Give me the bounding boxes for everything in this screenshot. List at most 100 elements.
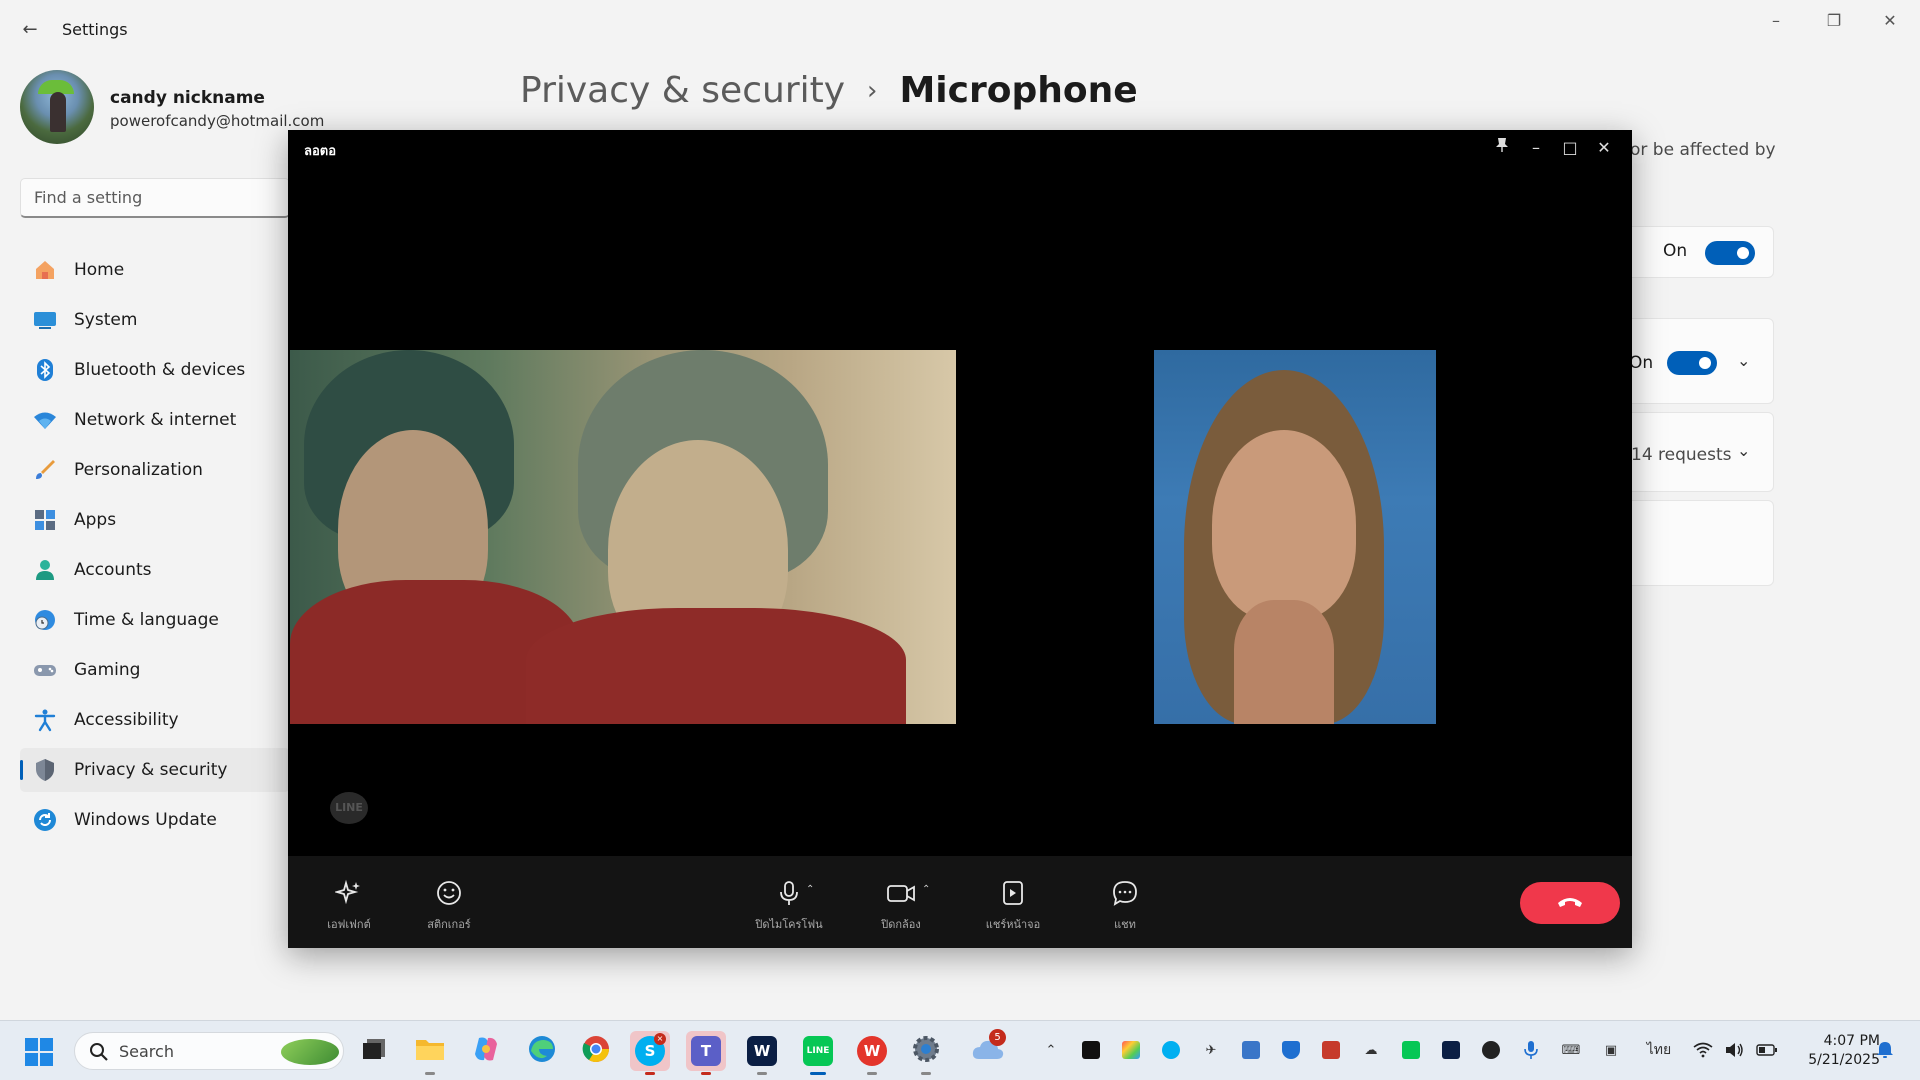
touch-keyboard-icon[interactable]: ▣	[1600, 1039, 1622, 1061]
app-tray-dark-icon[interactable]	[1480, 1039, 1502, 1061]
plane-icon[interactable]: ✈	[1200, 1039, 1222, 1061]
chevron-up-icon[interactable]: ⌃	[806, 884, 814, 895]
copilot-app[interactable]	[466, 1031, 506, 1071]
breadcrumb-parent[interactable]: Privacy & security	[520, 70, 845, 111]
chat-label: แชท	[1114, 918, 1136, 931]
sidebar-item-network[interactable]: Network & internet	[20, 398, 290, 442]
input-language[interactable]: ไทย	[1642, 1039, 1676, 1061]
task-view-app[interactable]	[354, 1031, 394, 1071]
edge-icon	[527, 1034, 557, 1068]
system-icon	[32, 307, 58, 333]
microphone-in-use-icon[interactable]	[1520, 1039, 1542, 1061]
related-settings-card	[1620, 500, 1774, 586]
find-setting-search[interactable]	[20, 178, 290, 218]
avatar[interactable]	[20, 70, 94, 144]
close-button[interactable]: ✕	[1870, 6, 1910, 36]
line-logo: LINE	[330, 792, 368, 824]
wps-office-app[interactable]: W	[852, 1031, 892, 1075]
pin-icon[interactable]	[1486, 134, 1518, 162]
edge-app[interactable]	[522, 1031, 562, 1071]
taskbar-search[interactable]: Search	[74, 1032, 344, 1070]
camera-off-button[interactable]: ⌃ ปิดกล้อง	[856, 878, 946, 933]
chevron-down-icon[interactable]: ⌄	[1737, 351, 1750, 370]
end-call-button[interactable]	[1520, 882, 1620, 924]
search-icon	[89, 1042, 109, 1062]
skype-app[interactable]: S ×	[630, 1031, 670, 1075]
sidebar-item-accessibility[interactable]: Accessibility	[20, 698, 290, 742]
maximize-button[interactable]: □	[1554, 134, 1586, 162]
notification-badge: ×	[654, 1033, 666, 1045]
close-button[interactable]: ✕	[1588, 134, 1620, 162]
battery-icon[interactable]	[1756, 1039, 1778, 1061]
color-picker-icon[interactable]	[1120, 1039, 1142, 1061]
sidebar-item-personalization[interactable]: Personalization	[20, 448, 290, 492]
screen-share-button[interactable]: แชร์หน้าจอ	[968, 878, 1058, 933]
search-input[interactable]	[21, 179, 289, 216]
minimize-button[interactable]: –	[1756, 6, 1796, 36]
toggle-state-label: On	[1663, 241, 1688, 261]
sidebar-item-accounts[interactable]: Accounts	[20, 548, 290, 592]
security-shield-icon[interactable]	[1280, 1039, 1302, 1061]
chevron-up-icon[interactable]: ⌃	[1040, 1039, 1062, 1061]
sparkle-icon	[334, 878, 364, 908]
weather-app[interactable]: 5	[968, 1029, 1008, 1071]
sidebar-item-privacy-security[interactable]: Privacy & security	[20, 748, 290, 792]
app-title: Settings	[62, 20, 128, 39]
sticker-button[interactable]: สติกเกอร์	[404, 878, 494, 933]
app-tray-red-icon[interactable]	[1320, 1039, 1342, 1061]
sidebar-item-label: Windows Update	[74, 810, 217, 830]
keyboard-icon[interactable]: ⌨	[1560, 1039, 1582, 1061]
back-arrow-icon[interactable]: ←	[18, 18, 42, 42]
chevron-down-icon[interactable]: ⌄	[1737, 441, 1750, 460]
skype-tray-icon[interactable]	[1160, 1039, 1182, 1061]
hang-up-icon	[1556, 894, 1584, 913]
chat-button[interactable]: แชท	[1080, 878, 1170, 933]
accessibility-icon	[32, 707, 58, 733]
sidebar-item-windows-update[interactable]: Windows Update	[20, 798, 290, 842]
weather-badge: 5	[989, 1029, 1006, 1046]
wifi-icon[interactable]	[1692, 1039, 1714, 1061]
chat-icon	[1110, 878, 1140, 908]
minimize-button[interactable]: –	[1520, 134, 1552, 162]
sidebar-item-apps[interactable]: Apps	[20, 498, 290, 542]
file-explorer-app[interactable]	[410, 1031, 450, 1075]
webex-tray-icon[interactable]	[1440, 1039, 1462, 1061]
webex-app[interactable]: W	[742, 1031, 782, 1075]
recent-activity-card[interactable]: 14 requests ⌄	[1620, 412, 1774, 492]
chrome-app[interactable]	[576, 1031, 616, 1071]
search-highlight-art	[281, 1039, 339, 1065]
mute-microphone-button[interactable]: ⌃ ปิดไมโครโฟน	[744, 878, 834, 933]
settings-app[interactable]	[906, 1031, 946, 1075]
sidebar-item-label: System	[74, 310, 138, 330]
nvidia-icon[interactable]	[1080, 1039, 1102, 1061]
screen-share-icon	[998, 878, 1028, 908]
sidebar-item-label: Time & language	[74, 610, 219, 630]
toggle-state-label: On	[1629, 353, 1654, 373]
sidebar-item-home[interactable]: Home	[20, 248, 290, 292]
network-share-icon[interactable]	[1240, 1039, 1262, 1061]
volume-icon[interactable]	[1724, 1039, 1746, 1061]
sidebar-item-label: Privacy & security	[74, 760, 228, 780]
line-tray-icon[interactable]	[1400, 1039, 1422, 1061]
notification-bell-icon[interactable]	[1874, 1039, 1896, 1061]
windows-start-icon[interactable]	[24, 1037, 54, 1067]
teams-app[interactable]: T	[686, 1031, 726, 1075]
clock[interactable]: 4:07 PM 5/21/2025	[1790, 1032, 1880, 1070]
restore-button[interactable]: ❐	[1814, 6, 1854, 36]
effects-button[interactable]: เอฟเฟกต์	[304, 878, 394, 933]
microphone-access-toggle[interactable]	[1705, 241, 1755, 265]
sidebar-item-bluetooth[interactable]: Bluetooth & devices	[20, 348, 290, 392]
chevron-up-icon[interactable]: ⌃	[922, 884, 930, 895]
gear-icon	[911, 1034, 941, 1068]
effects-label: เอฟเฟกต์	[327, 918, 371, 931]
app-access-toggle[interactable]	[1667, 351, 1717, 375]
cloud-off-icon[interactable]: ☁	[1360, 1039, 1382, 1061]
sidebar-item-time-language[interactable]: Time & language	[20, 598, 290, 642]
sidebar-item-label: Network & internet	[74, 410, 237, 430]
sidebar-item-system[interactable]: System	[20, 298, 290, 342]
wifi-icon	[32, 407, 58, 433]
line-app[interactable]: LINE	[798, 1031, 838, 1075]
page-description: or be affected by	[1630, 140, 1776, 160]
profile-name: candy nickname	[110, 88, 265, 108]
sidebar-item-gaming[interactable]: Gaming	[20, 648, 290, 692]
